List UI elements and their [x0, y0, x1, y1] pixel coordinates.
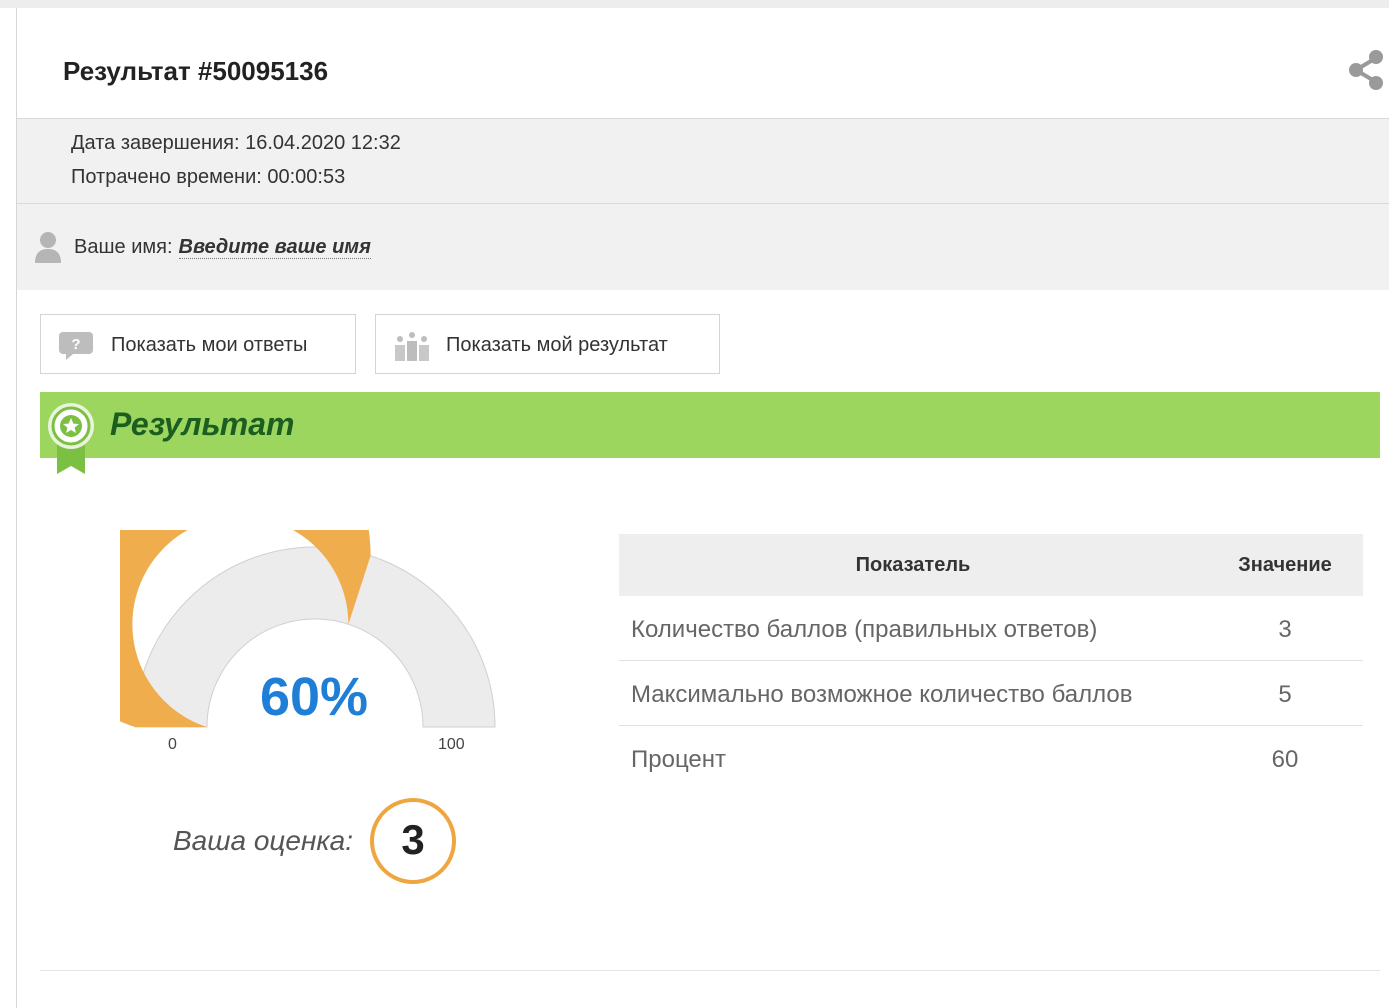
- row-name: Количество баллов (правильных ответов): [631, 616, 1098, 643]
- gauge-percent: 60%: [259, 667, 369, 727]
- result-banner: Результат: [40, 392, 1380, 474]
- row-value: 3: [1278, 616, 1292, 643]
- name-bar: Ваше имя: Введите ваше имя: [17, 204, 1389, 290]
- bottom-divider: [40, 970, 1380, 971]
- gauge-min-label: 0: [168, 736, 177, 753]
- question-bubble-icon: ?: [59, 332, 93, 360]
- row-value: 5: [1278, 681, 1292, 708]
- podium-icon: [395, 332, 429, 361]
- row-value: 60: [1271, 746, 1299, 773]
- grade-label: Ваша оценка:: [173, 825, 353, 856]
- result-meta: Дата завершения: 16.04.2020 12:32 Потрач…: [17, 119, 1389, 204]
- result-table: Показатель Значение Количество баллов (п…: [619, 534, 1363, 790]
- result-header: Результат #50095136: [17, 8, 1389, 119]
- show-result-label: Показать мой результат: [446, 334, 668, 356]
- completion-value: 16.04.2020 12:32: [245, 132, 401, 154]
- column-header-indicator: Показатель: [855, 554, 971, 576]
- award-icon: [48, 403, 94, 474]
- svg-text:?: ?: [71, 336, 80, 353]
- time-spent: Потрачено времени: 00:00:53: [71, 166, 345, 189]
- row-name: Процент: [631, 746, 727, 773]
- name-field: Ваше имя: Введите ваше имя: [74, 236, 371, 259]
- table-row: Количество баллов (правильных ответов) 3: [619, 596, 1363, 661]
- grade-value: 3: [401, 816, 425, 863]
- page-title: Результат #50095136: [63, 56, 329, 86]
- result-title: Результат: [110, 406, 295, 442]
- time-label: Потрачено времени:: [71, 166, 262, 188]
- share-icon[interactable]: [1348, 48, 1384, 92]
- user-icon: [35, 232, 61, 263]
- table-row: Максимально возможное количество баллов …: [619, 661, 1363, 726]
- table-header: Показатель Значение: [619, 534, 1363, 596]
- row-name: Максимально возможное количество баллов: [631, 681, 1133, 708]
- table-row: Процент 60: [619, 726, 1363, 790]
- top-strip: [0, 0, 1389, 8]
- name-input-link[interactable]: Введите ваше имя: [178, 236, 371, 259]
- column-header-value: Значение: [1238, 554, 1332, 576]
- completion-date: Дата завершения: 16.04.2020 12:32: [71, 132, 401, 155]
- show-answers-button[interactable]: ? Показать мои ответы: [40, 314, 356, 374]
- show-result-button[interactable]: Показать мой результат: [375, 314, 720, 374]
- name-label: Ваше имя:: [74, 236, 173, 258]
- time-value: 00:00:53: [267, 166, 346, 188]
- completion-label: Дата завершения:: [71, 132, 240, 154]
- show-answers-label: Показать мои ответы: [111, 334, 308, 356]
- grade-badge: 3: [370, 798, 456, 884]
- gauge-max-label: 100: [438, 736, 465, 753]
